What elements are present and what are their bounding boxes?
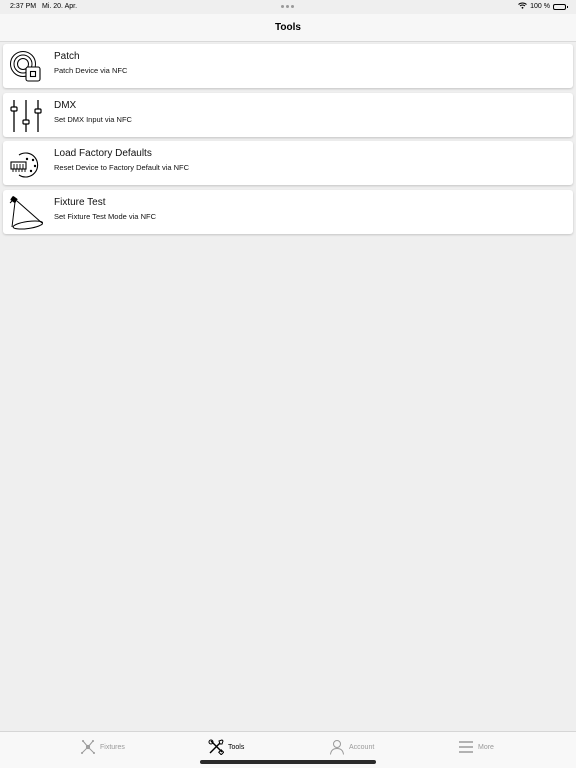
tool-title: DMX	[54, 99, 77, 111]
battery-icon	[553, 3, 568, 10]
tab-fixtures[interactable]: Fixtures	[80, 738, 125, 756]
tool-subtitle: Reset Device to Factory Default via NFC	[54, 163, 190, 172]
tool-subtitle: Patch Device via NFC	[54, 66, 128, 75]
nav-bar: Tools	[0, 14, 576, 42]
tool-item-load-factory-defaults[interactable]: Load Factory Defaults Reset Device to Fa…	[3, 141, 573, 185]
wifi-icon	[518, 2, 527, 11]
tool-subtitle: Set Fixture Test Mode via NFC	[54, 211, 156, 221]
tool-title: Fixture Test	[54, 196, 106, 208]
tool-title: Patch	[54, 51, 80, 62]
fixture-spotlight-icon	[9, 195, 43, 230]
tab-more[interactable]: More	[458, 738, 494, 756]
dmx-sliders-icon	[9, 99, 43, 133]
tool-subtitle: Set DMX Input via NFC	[54, 114, 132, 124]
tools-list: Patch Patch Device via NFC DMX Set DMX I…	[3, 44, 573, 238]
tab-account[interactable]: Account	[329, 738, 374, 756]
status-right: 100 %	[518, 2, 568, 11]
tools-icon	[208, 739, 224, 755]
tool-item-patch[interactable]: Patch Patch Device via NFC	[3, 44, 573, 88]
tool-item-dmx[interactable]: DMX Set DMX Input via NFC	[3, 92, 573, 137]
battery-percent: 100 %	[530, 3, 550, 10]
fixtures-icon	[80, 739, 96, 755]
menu-icon	[458, 739, 474, 755]
patch-nfc-icon	[9, 50, 43, 84]
home-indicator[interactable]	[200, 760, 376, 764]
tab-label: Tools	[228, 743, 245, 751]
account-icon	[329, 739, 345, 755]
tab-label: More	[478, 743, 494, 751]
status-bar: 2:37 PM Mi. 20. Apr. 100 %	[0, 0, 576, 14]
tool-item-fixture-test[interactable]: Fixture Test Set Fixture Test Mode via N…	[3, 189, 573, 234]
tab-label: Fixtures	[100, 743, 125, 751]
tab-label: Account	[349, 743, 375, 751]
factory-defaults-icon	[9, 147, 43, 181]
tool-title: Load Factory Defaults	[54, 148, 152, 159]
status-date: Mi. 20. Apr.	[42, 3, 78, 10]
tab-tools[interactable]: Tools	[208, 738, 244, 756]
multitasking-dots-icon[interactable]	[281, 5, 294, 8]
page-title: Tools	[275, 22, 301, 33]
status-time: 2:37 PM	[10, 3, 37, 10]
